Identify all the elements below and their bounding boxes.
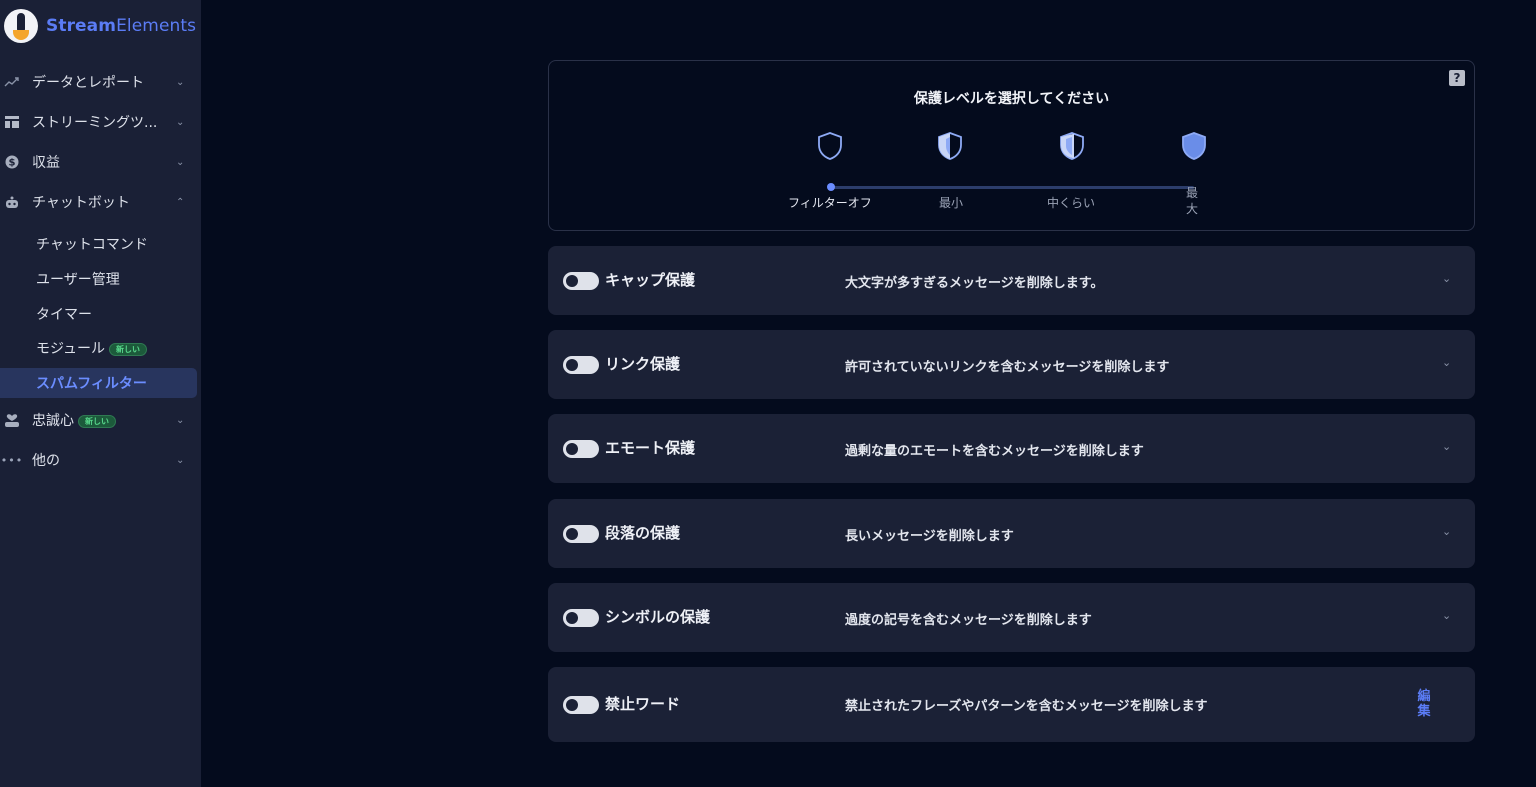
sidebar-item-label: 収益 (32, 155, 60, 171)
shield-minimum-icon[interactable] (937, 131, 963, 161)
level-label-minimum[interactable]: 最小 (939, 194, 963, 211)
level-label-medium[interactable]: 中くらい (1047, 194, 1095, 211)
paragraph-protection-toggle[interactable] (563, 525, 599, 543)
sidebar-subitem-label: チャットコマンド (36, 237, 148, 253)
chevron-down-icon: ⌄ (176, 76, 185, 88)
rule-name: シンボルの保護 (605, 608, 711, 626)
new-badge: 新しい (78, 414, 116, 428)
sidebar-subitem-label: タイマー (36, 307, 92, 323)
dollar-icon: $ (4, 154, 20, 170)
rule-card-banned-words[interactable]: 禁止ワード 禁止されたフレーズやパターンを含むメッセージを削除します 編集 (548, 667, 1475, 742)
more-icon: ••• (0, 453, 24, 467)
dashboard-icon (4, 114, 20, 130)
protection-level-title: 保護レベルを選択してください (913, 91, 1110, 107)
rule-name: リンク保護 (605, 355, 681, 373)
chevron-down-icon[interactable]: ⌄ (1442, 609, 1451, 622)
loyalty-icon (4, 412, 20, 428)
sidebar-subitem-label: モジュール 新しい (36, 338, 148, 358)
sidebar-item-other[interactable]: ••• 他の ⌄ (0, 442, 201, 478)
protection-level-slider-handle[interactable] (827, 183, 835, 191)
chevron-down-icon[interactable]: ⌄ (1442, 440, 1451, 453)
rule-description: 大文字が多すぎるメッセージを削除します。 (845, 276, 1104, 291)
rule-card-caps-protection[interactable]: キャップ保護 大文字が多すぎるメッセージを削除します。 ⌄ (548, 246, 1475, 315)
sidebar-item-label: データとレポート (32, 75, 144, 91)
protection-level-slider[interactable] (831, 186, 1194, 189)
rule-card-symbol-protection[interactable]: シンボルの保護 過度の記号を含むメッセージを削除します ⌄ (548, 583, 1475, 652)
chevron-down-icon: ⌄ (176, 414, 185, 426)
rule-name: キャップ保護 (605, 271, 696, 289)
sidebar-item-label: 他の (32, 453, 60, 469)
link-protection-toggle[interactable] (563, 356, 599, 374)
sidebar-item-chatbot[interactable]: チャットボット ⌃ (0, 184, 201, 220)
banned-words-toggle[interactable] (563, 696, 599, 714)
level-label-filter-off[interactable]: フィルターオフ (788, 194, 872, 211)
sidebar: StreamElements データとレポート ⌄ ストリーミングツ... ⌄ … (0, 0, 201, 787)
chevron-down-icon: ⌄ (176, 116, 185, 128)
sidebar-item-loyalty[interactable]: 忠誠心 新しい ⌄ (0, 402, 201, 438)
emote-protection-toggle[interactable] (563, 440, 599, 458)
protection-level-panel: ? 保護レベルを選択してください フィルターオフ 最小 中くらい 最大 (548, 60, 1475, 231)
chevron-down-icon[interactable]: ⌄ (1442, 272, 1451, 285)
sidebar-item-label: ストリーミングツ... (32, 115, 158, 131)
rule-description: 禁止されたフレーズやパターンを含むメッセージを削除します (845, 699, 1208, 714)
rule-card-paragraph-protection[interactable]: 段落の保護 長いメッセージを削除します ⌄ (548, 499, 1475, 568)
sidebar-item-revenue[interactable]: $ 収益 ⌄ (0, 144, 201, 180)
shield-medium-icon[interactable] (1059, 131, 1085, 161)
caps-protection-toggle[interactable] (563, 272, 599, 290)
brand-name: StreamElements (46, 16, 197, 36)
sidebar-subitem-modules[interactable]: モジュール 新しい (0, 333, 201, 363)
trending-up-icon (4, 74, 20, 90)
robot-icon (4, 194, 20, 210)
chevron-down-icon[interactable]: ⌄ (1442, 525, 1451, 538)
sidebar-subitem-spam-filter[interactable]: スパムフィルター (0, 368, 197, 398)
help-icon[interactable]: ? (1449, 70, 1465, 86)
new-badge: 新しい (109, 342, 148, 356)
sidebar-subitem-chat-commands[interactable]: チャットコマンド (0, 229, 201, 259)
edit-banned-words-link[interactable]: 編集 (1417, 689, 1431, 719)
sidebar-item-streaming-tools[interactable]: ストリーミングツ... ⌄ (0, 104, 201, 140)
sidebar-subitem-label: スパムフィルター (36, 376, 147, 392)
sidebar-item-label: チャットボット (32, 195, 130, 211)
chevron-up-icon: ⌃ (176, 197, 185, 208)
sidebar-item-label: 忠誠心 新しい (32, 410, 116, 430)
rule-name: エモート保護 (605, 439, 696, 457)
brand-logo-link[interactable]: StreamElements (4, 8, 196, 44)
rule-description: 長いメッセージを削除します (845, 529, 1014, 544)
rule-card-link-protection[interactable]: リンク保護 許可されていないリンクを含むメッセージを削除します ⌄ (548, 330, 1475, 399)
rule-card-emote-protection[interactable]: エモート保護 過剰な量のエモートを含むメッセージを削除します ⌄ (548, 414, 1475, 483)
sidebar-item-data-reports[interactable]: データとレポート ⌄ (0, 64, 201, 100)
chevron-down-icon: ⌄ (176, 454, 185, 466)
rule-name: 段落の保護 (605, 524, 681, 542)
svg-text:$: $ (9, 158, 16, 169)
rule-name: 禁止ワード (605, 695, 681, 713)
sidebar-subitem-timers[interactable]: タイマー (0, 299, 201, 329)
rule-description: 過度の記号を含むメッセージを削除します (845, 613, 1092, 628)
chevron-down-icon[interactable]: ⌄ (1442, 356, 1451, 369)
shield-maximum-icon[interactable] (1181, 131, 1207, 161)
level-label-maximum[interactable]: 最大 (1185, 185, 1199, 217)
streamelements-logo-icon (4, 9, 38, 43)
rule-description: 許可されていないリンクを含むメッセージを削除します (845, 360, 1170, 375)
symbol-protection-toggle[interactable] (563, 609, 599, 627)
chevron-down-icon: ⌄ (176, 156, 185, 168)
sidebar-subitem-label: ユーザー管理 (36, 272, 120, 288)
rule-description: 過剰な量のエモートを含むメッセージを削除します (845, 444, 1144, 459)
shield-off-icon[interactable] (817, 131, 843, 161)
sidebar-subitem-user-management[interactable]: ユーザー管理 (0, 264, 201, 294)
